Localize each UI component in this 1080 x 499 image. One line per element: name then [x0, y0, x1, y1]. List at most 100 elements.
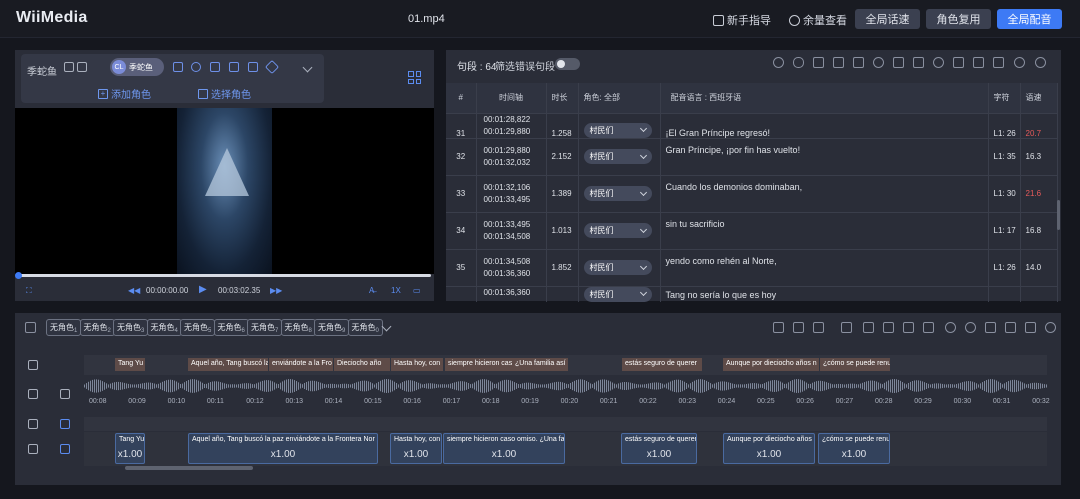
dub-segment[interactable]: siempre hicieron caso omiso. ¿Una fa x1.0… — [443, 433, 565, 464]
global-dub-button[interactable]: 全局配音 — [997, 9, 1062, 29]
star-icon[interactable] — [264, 59, 280, 75]
row-dub-text[interactable]: sin tu sacrificio — [660, 211, 989, 249]
mic-icon[interactable] — [793, 57, 804, 68]
layout-grid-icon[interactable] — [408, 71, 421, 84]
table-scrollbar[interactable] — [1057, 200, 1060, 230]
trash-icon[interactable] — [248, 62, 258, 72]
heart-icon[interactable] — [813, 322, 824, 333]
role-select[interactable]: 村民们 — [583, 260, 652, 275]
scan-icon[interactable] — [953, 57, 964, 68]
rewind-icon[interactable]: ◀◀ — [128, 286, 140, 295]
table-row[interactable]: 32 00:01:29,880 00:01:32,032 2.152 村民们 Gran P… — [446, 137, 1058, 175]
role-tab[interactable]: 无角色0 — [347, 319, 383, 336]
forward-icon[interactable]: ▶▶ — [270, 286, 282, 295]
bgm-volume-icon[interactable] — [60, 419, 70, 429]
person-icon[interactable] — [210, 62, 220, 72]
role-tab[interactable]: 无角色7 — [247, 319, 283, 336]
role-select[interactable]: 村民们 — [583, 186, 652, 201]
role-tab[interactable]: 无角色6 — [213, 319, 249, 336]
row-time[interactable]: 00:01:28,822 00:01:29,880 — [476, 112, 547, 138]
move-icon[interactable] — [1005, 322, 1016, 333]
tl-help-icon[interactable] — [1045, 322, 1056, 333]
role-reuse-button[interactable]: 角色复用 — [926, 9, 991, 29]
role-tabs-chevron-icon[interactable] — [381, 321, 392, 332]
dub-segment-speed[interactable]: x1.00 — [189, 449, 377, 460]
subtitle-block[interactable]: estás seguro de querer — [622, 358, 702, 371]
role-tab[interactable]: 无角色1 — [46, 319, 82, 336]
role-select[interactable]: 村民们 — [583, 286, 652, 302]
dub-segment[interactable]: Aunque por dieciocho años n x1.00 — [723, 433, 815, 464]
row-dub-text[interactable]: ¡El Gran Príncipe regresó! — [660, 112, 989, 138]
row-dub-text[interactable]: yendo como rehén al Norte, — [660, 248, 989, 286]
role-tab[interactable]: 无角色5 — [180, 319, 216, 336]
tl-tool-2-icon[interactable] — [863, 322, 874, 333]
tl-tool-4-icon[interactable] — [903, 322, 914, 333]
dub-segment-speed[interactable]: x1.00 — [622, 449, 696, 460]
subtitle-block[interactable]: Tang Yu — [115, 358, 145, 371]
tl-delete-icon[interactable] — [985, 322, 996, 333]
voice-settings-icon[interactable] — [173, 62, 183, 72]
role-select[interactable]: 村民们 — [583, 149, 652, 164]
progress-knob[interactable] — [15, 272, 22, 279]
table-row[interactable]: 35 00:01:34,508 00:01:36,360 1.852 村民们 yendo … — [446, 248, 1058, 286]
fullscreen-icon[interactable]: ⛶ — [26, 286, 32, 296]
headphone-icon[interactable] — [793, 322, 804, 333]
row-dub-text[interactable]: Gran Príncipe, ¡por fin has vuelto! — [660, 137, 989, 175]
chevron-down-icon[interactable] — [302, 62, 313, 73]
speed-dial-icon[interactable] — [191, 62, 201, 72]
table-row[interactable]: 34 00:01:33,495 00:01:34,508 1.013 村民们 sin tu… — [446, 211, 1058, 249]
col-role[interactable]: 角色: 全部 — [578, 83, 661, 113]
role-filter-all[interactable]: 全部 — [604, 93, 620, 102]
subtitle-block[interactable]: Hasta hoy, con — [391, 358, 443, 371]
dub-segment-speed[interactable]: x1.00 — [391, 449, 441, 460]
row-time[interactable]: 00:01:36,360 — [476, 285, 547, 302]
magic-icon[interactable] — [913, 57, 924, 68]
dub-segment[interactable]: ¿cómo se puede renu x1.00 — [818, 433, 890, 464]
dub-segment[interactable]: Hasta hoy, con x1.00 — [390, 433, 442, 464]
role-tab[interactable]: 无角色3 — [113, 319, 149, 336]
tl-tool-3-icon[interactable] — [883, 322, 894, 333]
video-canvas[interactable] — [15, 108, 434, 274]
role-tab[interactable]: 无角色9 — [314, 319, 350, 336]
dub-volume-icon[interactable] — [60, 444, 70, 454]
volume-icon[interactable] — [841, 322, 852, 333]
subtitle-block[interactable]: ¿Una familia así — [512, 358, 568, 371]
fit-width-icon[interactable] — [1025, 322, 1036, 333]
timeline-scrollbar[interactable] — [125, 466, 253, 470]
translate-icon[interactable] — [973, 57, 984, 68]
table-row[interactable]: 00:01:36,360 村民们 Tang no sería lo que es h… — [446, 285, 1058, 302]
table-row[interactable]: 31 00:01:28,822 00:01:29,880 1.258 村民们 ¡El Gr… — [446, 112, 1058, 138]
link-icon[interactable] — [873, 57, 884, 68]
playback-speed[interactable]: 1X — [391, 286, 401, 295]
dub-segment[interactable]: Aquel año, Tang buscó la paz enviándote … — [188, 433, 378, 464]
dub-segment[interactable]: Tang Yu x1.00 — [115, 433, 145, 464]
dub-segment-speed[interactable]: x1.00 — [444, 449, 564, 460]
subtitle-block[interactable]: Aunque por dieciocho años n — [723, 358, 819, 371]
mute-video-icon[interactable] — [60, 389, 70, 399]
balance-link[interactable]: 余量查看 — [789, 12, 847, 28]
subtitle-block[interactable]: ¿cómo se puede renu — [820, 358, 890, 371]
subtitle-style-icon[interactable]: A̶ — [369, 286, 374, 295]
table-row[interactable]: 33 00:01:32,106 00:01:33,495 1.389 村民们 Cuando… — [446, 174, 1058, 212]
role-select[interactable]: 村民们 — [583, 223, 652, 238]
split-icon[interactable] — [853, 57, 864, 68]
merge-icon[interactable] — [833, 57, 844, 68]
dub-segment-speed[interactable]: x1.00 — [819, 449, 889, 460]
tl-tool-6-icon[interactable] — [945, 322, 956, 333]
tl-tool-5-icon[interactable] — [923, 322, 934, 333]
row-time[interactable]: 00:01:29,880 00:01:32,032 — [476, 137, 547, 175]
help-icon[interactable] — [1035, 57, 1046, 68]
role-select[interactable]: 村民们 — [583, 122, 652, 138]
role-tab[interactable]: 无角色8 — [280, 319, 316, 336]
subtitle-block[interactable]: Dieciocho año — [334, 358, 390, 371]
playback-progress-bar[interactable] — [15, 272, 431, 279]
role-tab[interactable]: 无角色2 — [79, 319, 115, 336]
dub-segment[interactable]: estás seguro de querer x1.00 — [621, 433, 697, 464]
tag-icon[interactable] — [77, 62, 87, 72]
play-icon[interactable]: ▶ — [199, 284, 207, 295]
subtitle-block[interactable]: enviándote a la Fro — [269, 358, 333, 371]
guide-link[interactable]: 新手指导 — [713, 12, 771, 28]
subtitle-block[interactable]: Aquel año, Tang buscó la — [188, 358, 268, 371]
row-dub-text[interactable]: Cuando los demonios dominaban, — [660, 174, 989, 212]
edit-icon[interactable] — [64, 62, 74, 72]
